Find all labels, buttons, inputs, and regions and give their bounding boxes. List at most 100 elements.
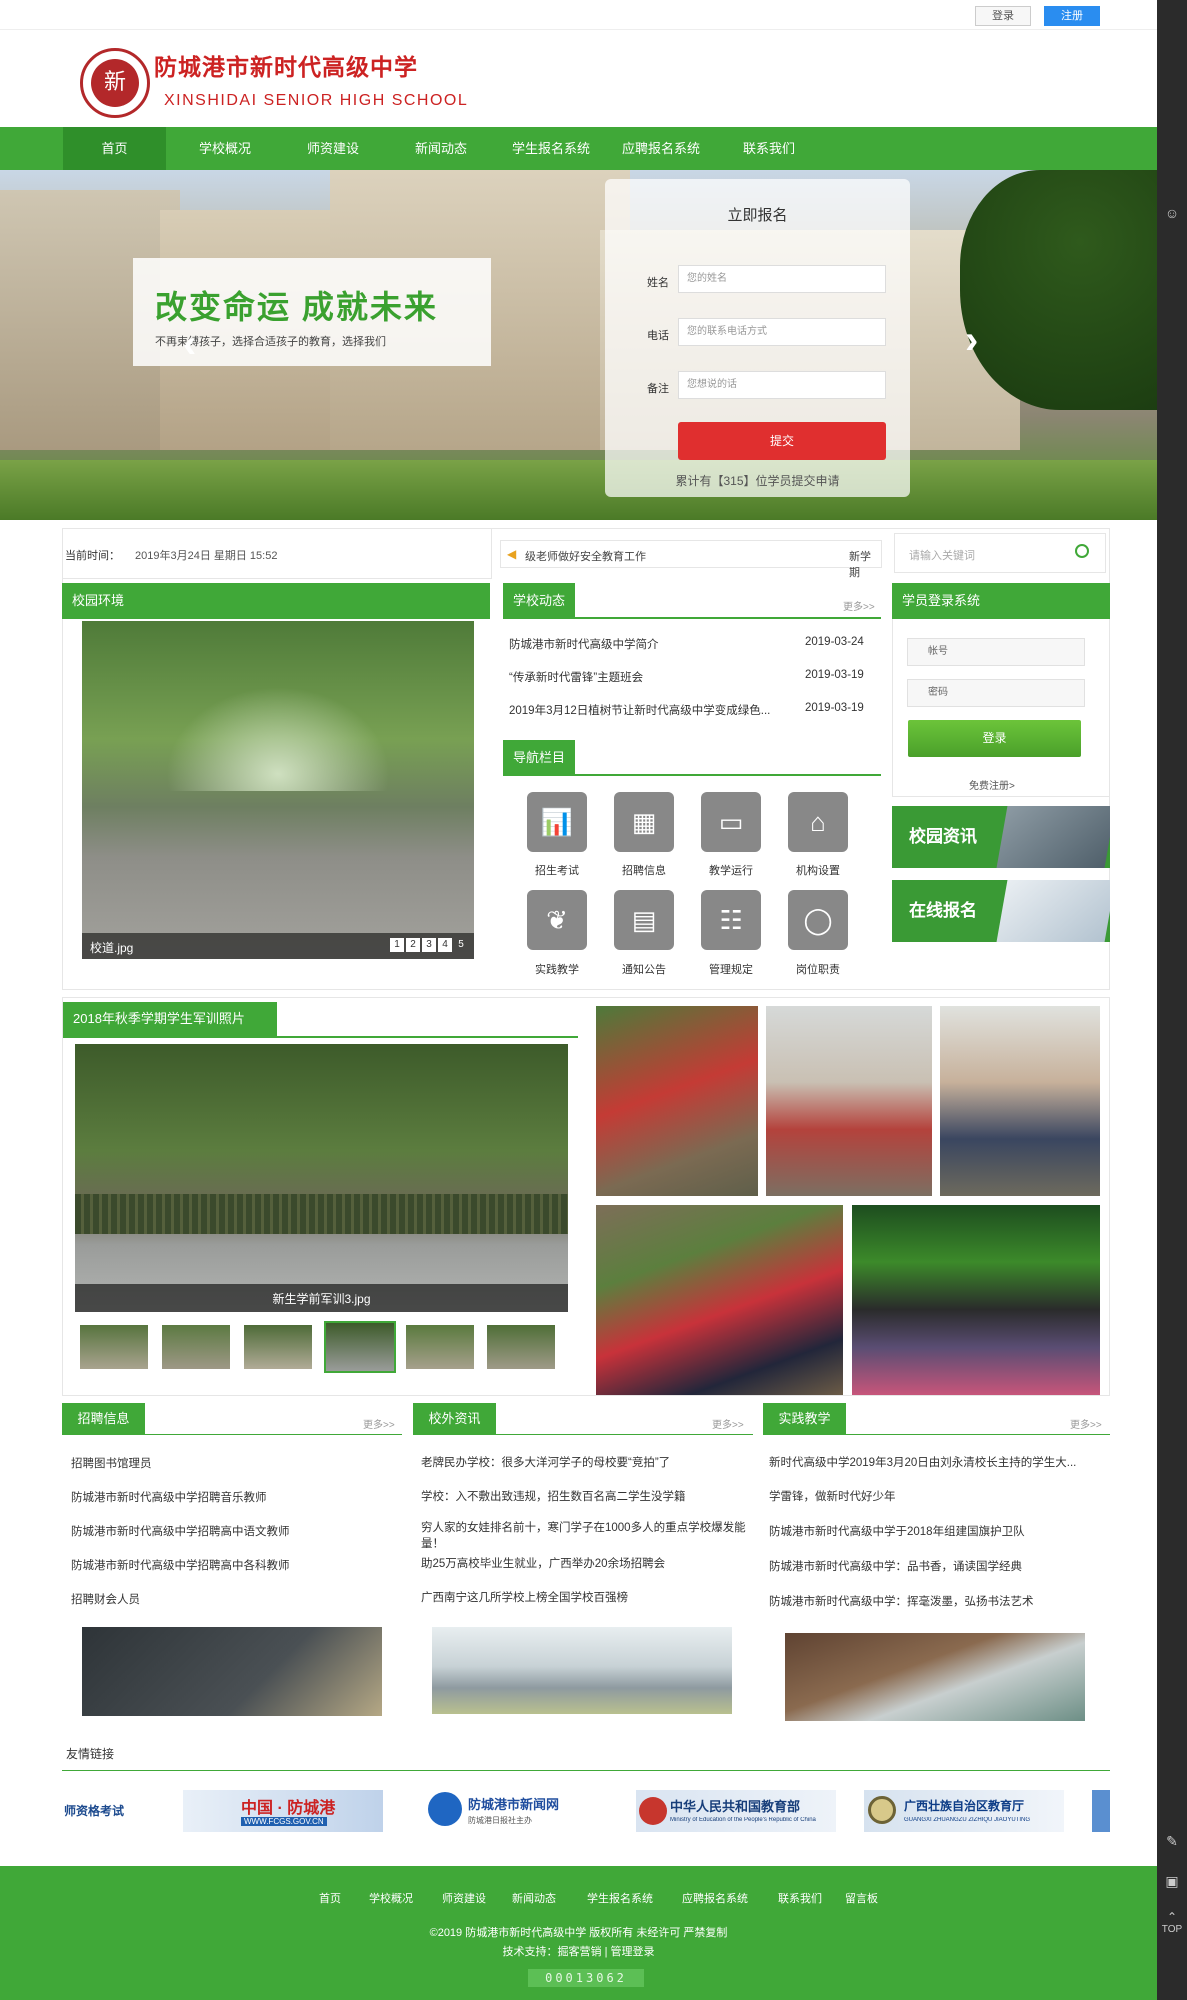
list-item[interactable]: 防城港市新时代高级中学招聘高中语文教师 (71, 1523, 391, 1539)
back-to-top-icon[interactable]: ⌃ TOP (1157, 1910, 1187, 1935)
password-input[interactable]: 密码 (907, 679, 1085, 707)
grid-icon[interactable]: ▦ (614, 792, 674, 852)
partner-link[interactable]: 师资格考试 (62, 1790, 152, 1832)
edit-icon[interactable]: ✎ (1157, 1833, 1187, 1850)
qrcode-icon[interactable]: ▣ (1157, 1873, 1187, 1890)
list-item[interactable]: 防城港市新时代高级中学招聘音乐教师 (71, 1489, 391, 1505)
thumbnail[interactable] (80, 1325, 148, 1369)
search-input[interactable]: 请输入关键词 (909, 547, 975, 563)
campus-photo[interactable]: 校道.jpg 1 2 3 4 5 (82, 621, 474, 959)
news-item[interactable]: 2019年3月12日植树节让新时代高级中学变成绿色... (509, 702, 793, 718)
list-item[interactable]: 助25万高校毕业生就业，广西举办20余场招聘会 (421, 1555, 751, 1571)
tech-support[interactable]: 技术支持：掘客营销 | 管理登录 (0, 1943, 1157, 1959)
military-main-photo[interactable]: 新生学前军训3.jpg (75, 1044, 568, 1312)
list-item[interactable]: 招聘财会人员 (71, 1591, 391, 1607)
banner-prev-arrow-icon[interactable]: ‹ (183, 322, 196, 367)
thumbnail[interactable] (244, 1325, 312, 1369)
slide-page-2[interactable]: 2 (406, 938, 420, 952)
guide-label[interactable]: 通知公告 (604, 961, 684, 977)
partner-link[interactable]: 广西壮族自治区教育厅 GUANGXI ZHUANGZU ZIZHIQU JIAO… (864, 1790, 1064, 1832)
footer-link[interactable]: 联系我们 (778, 1890, 822, 1906)
news-item[interactable]: “传承新时代雷锋”主题班会 (509, 669, 799, 685)
footer-link[interactable]: 师资建设 (442, 1890, 486, 1906)
school-news-more[interactable]: 更多>> (843, 598, 875, 613)
list-item[interactable]: 学雷锋，做新时代好少年 (769, 1488, 1105, 1504)
news-item[interactable]: 防城港市新时代高级中学简介 (509, 636, 799, 652)
account-input[interactable]: 帐号 (907, 638, 1085, 666)
footer-link[interactable]: 首页 (319, 1890, 341, 1906)
nav-item-news[interactable]: 新闻动态 (396, 127, 486, 170)
guide-label[interactable]: 岗位职责 (778, 961, 858, 977)
guide-label[interactable]: 招聘信息 (604, 862, 684, 878)
note-input[interactable]: 您想说的话 (678, 371, 886, 399)
guide-label[interactable]: 机构设置 (778, 862, 858, 878)
volunteer-photo[interactable] (596, 1006, 758, 1196)
students-photo[interactable] (940, 1006, 1100, 1196)
list-item[interactable]: 防城港市新时代高级中学招聘高中各科教师 (71, 1557, 391, 1573)
nav-item-about[interactable]: 学校概况 (180, 127, 270, 170)
guide-label[interactable]: 管理规定 (691, 961, 771, 977)
search-icon[interactable] (1075, 544, 1089, 558)
guide-label[interactable]: 实践教学 (517, 961, 597, 977)
submit-button[interactable]: 提交 (678, 422, 886, 460)
list-item[interactable]: 学校：入不敷出致违规，招生数百名高二学生没学籍 (421, 1488, 751, 1504)
nav-item-faculty[interactable]: 师资建设 (288, 127, 378, 170)
school-logo[interactable]: 新 (80, 48, 150, 118)
list-item[interactable]: 穷人家的女娃排名前十，寒门学子在1000多人的重点学校爆发能量！ (421, 1520, 751, 1552)
slide-page-1[interactable]: 1 (390, 938, 404, 952)
practice-more[interactable]: 更多>> (1070, 1416, 1102, 1431)
thumbnail[interactable] (406, 1325, 474, 1369)
partner-link[interactable]: 中国 · 防城港 WWW.FCGS.GOV.CN (183, 1790, 383, 1832)
student-login-button[interactable]: 登录 (908, 720, 1081, 757)
list-item[interactable]: 新时代高级中学2019年3月20日由刘永清校长主持的学生大... (769, 1454, 1105, 1470)
network-icon[interactable]: ◯ (788, 890, 848, 950)
campus-news-promo[interactable]: 校园资讯 (892, 806, 1110, 868)
stage-photo[interactable] (852, 1205, 1100, 1395)
recruit-more[interactable]: 更多>> (363, 1416, 395, 1431)
list-item[interactable]: 招聘图书馆理员 (71, 1455, 391, 1471)
footer-link[interactable]: 学生报名系统 (587, 1890, 653, 1906)
partner-link[interactable]: 中华人民共和国教育部 Ministry of Education of the … (636, 1790, 836, 1832)
partner-link-cut[interactable] (1092, 1790, 1110, 1832)
footer-link[interactable]: 新闻动态 (512, 1890, 556, 1906)
slide-page-5[interactable]: 5 (454, 938, 468, 952)
footer-link[interactable]: 应聘报名系统 (682, 1890, 748, 1906)
list-item[interactable]: 广西南宁这几所学校上榜全国学校百强榜 (421, 1589, 751, 1605)
footer-link[interactable]: 学校概况 (369, 1890, 413, 1906)
user-icon[interactable]: ☺ (1157, 205, 1187, 221)
nav-item-contact[interactable]: 联系我们 (724, 127, 814, 170)
slide-page-3[interactable]: 3 (422, 938, 436, 952)
nav-item-student-signup[interactable]: 学生报名系统 (499, 127, 603, 170)
banner-next-arrow-icon[interactable]: › (965, 318, 978, 363)
list-item[interactable]: 防城港市新时代高级中学：挥毫泼墨，弘扬书法艺术 (769, 1593, 1105, 1609)
list-item[interactable]: 老牌民办学校：很多大洋河学子的母校要“竞拍”了 (421, 1454, 751, 1470)
name-input[interactable]: 您的姓名 (678, 265, 886, 293)
classroom-photo[interactable] (766, 1006, 932, 1196)
thumbnail[interactable] (487, 1325, 555, 1369)
footer-link[interactable]: 留言板 (845, 1890, 878, 1906)
planting-photo[interactable] (596, 1205, 843, 1395)
partner-link[interactable]: 防城港市新闻网 防城港日报社主办 (428, 1790, 588, 1832)
guide-label[interactable]: 招生考试 (517, 862, 597, 878)
register-button[interactable]: 注册 (1044, 6, 1100, 26)
sprout-icon[interactable]: ❦ (527, 890, 587, 950)
slide-page-4[interactable]: 4 (438, 938, 452, 952)
phone-input[interactable]: 您的联系电话方式 (678, 318, 886, 346)
chart-icon[interactable]: 📊 (527, 792, 587, 852)
login-button[interactable]: 登录 (975, 6, 1031, 26)
nav-item-job-signup[interactable]: 应聘报名系统 (609, 127, 713, 170)
practice-image[interactable] (785, 1633, 1085, 1721)
nav-item-home[interactable]: 首页 (63, 127, 166, 170)
thumbnail[interactable] (162, 1325, 230, 1369)
list-item[interactable]: 防城港市新时代高级中学：品书香，诵读国学经典 (769, 1558, 1105, 1574)
outside-more[interactable]: 更多>> (712, 1416, 744, 1431)
news-ticker[interactable]: ◀ 级老师做好安全教育工作 新学期 (500, 540, 882, 579)
guide-label[interactable]: 教学运行 (691, 862, 771, 878)
online-signup-promo[interactable]: 在线报名 (892, 880, 1110, 942)
calendar-icon[interactable]: ▭ (701, 792, 761, 852)
thumbnail-active[interactable] (324, 1321, 396, 1373)
list-item[interactable]: 防城港市新时代高级中学于2018年组建国旗护卫队 (769, 1523, 1105, 1539)
free-register-link[interactable]: 免费注册> (969, 777, 1015, 792)
org-chart-icon[interactable]: ☷ (701, 890, 761, 950)
outside-image[interactable] (432, 1627, 732, 1714)
